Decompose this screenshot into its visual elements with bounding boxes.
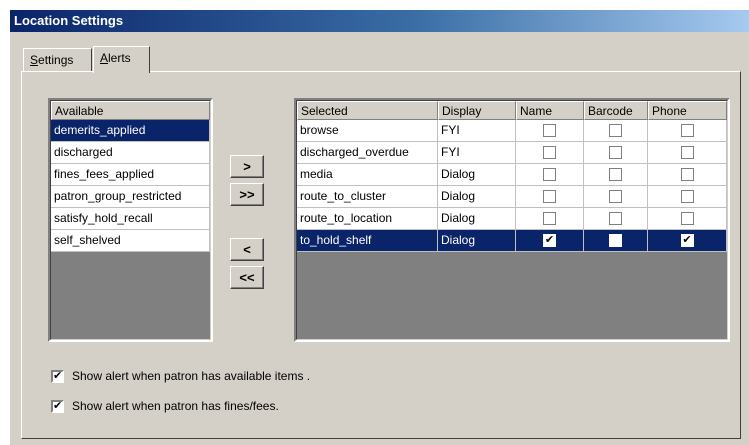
selected-row[interactable]: route_to_cluster Dialog	[297, 186, 727, 208]
tab-settings-accel: S	[30, 53, 39, 67]
remove-button[interactable]: <	[230, 238, 264, 261]
name-checkbox[interactable]	[543, 124, 556, 137]
display-mode[interactable]: FYI	[438, 120, 516, 142]
available-item[interactable]: satisfy_hold_recall	[51, 208, 210, 230]
barcode-checkbox[interactable]	[609, 212, 622, 225]
name-checkbox-cell	[516, 120, 584, 142]
phone-checkbox[interactable]: ✔	[680, 234, 694, 247]
name-checkbox[interactable]: ✔	[543, 234, 556, 247]
display-mode[interactable]: Dialog	[438, 230, 516, 252]
barcode-col-header[interactable]: Barcode	[584, 101, 648, 120]
available-list[interactable]: Available demerits_applied discharged fine…	[48, 98, 213, 342]
phone-checkbox-cell	[648, 186, 727, 208]
window-title: Location Settings	[10, 10, 749, 32]
name-checkbox-cell	[516, 142, 584, 164]
display-mode[interactable]: FYI	[438, 142, 516, 164]
name-checkbox[interactable]	[543, 190, 556, 203]
selected-alert-name: route_to_location	[297, 208, 438, 230]
phone-checkbox[interactable]	[680, 168, 694, 181]
phone-checkbox[interactable]	[680, 146, 694, 159]
available-item[interactable]: fines_fees_applied	[51, 164, 210, 186]
selected-alert-name: browse	[297, 120, 438, 142]
available-item-label: discharged	[51, 142, 210, 164]
phone-col-header[interactable]: Phone	[648, 101, 727, 120]
barcode-checkbox-cell	[584, 164, 648, 186]
phone-checkbox-cell: ✔	[648, 230, 727, 252]
available-item-label: fines_fees_applied	[51, 164, 210, 186]
barcode-checkbox-cell	[584, 208, 648, 230]
barcode-checkbox-cell	[584, 186, 648, 208]
available-item[interactable]: demerits_applied	[51, 120, 210, 142]
tab-alerts-accel: A	[100, 51, 109, 65]
barcode-checkbox[interactable]	[609, 124, 622, 137]
name-checkbox[interactable]	[543, 212, 556, 225]
available-item-label: patron_group_restricted	[51, 186, 210, 208]
barcode-checkbox[interactable]	[609, 146, 622, 159]
display-mode[interactable]: Dialog	[438, 186, 516, 208]
display-mode[interactable]: Dialog	[438, 164, 516, 186]
available-items-checkbox[interactable]: ✔	[51, 369, 64, 383]
display-mode[interactable]: Dialog	[438, 208, 516, 230]
selected-alert-name: discharged_overdue	[297, 142, 438, 164]
fines-fees-checkbox[interactable]: ✔	[51, 399, 64, 413]
available-header[interactable]: Available	[51, 101, 210, 120]
barcode-checkbox-cell	[584, 230, 648, 252]
selected-row[interactable]: discharged_overdue FYI	[297, 142, 727, 164]
selected-alert-name: route_to_cluster	[297, 186, 438, 208]
available-item-label: satisfy_hold_recall	[51, 208, 210, 230]
tab-alerts-label: lerts	[108, 51, 131, 65]
name-col-header[interactable]: Name	[516, 101, 584, 120]
barcode-checkbox[interactable]	[609, 234, 622, 247]
phone-checkbox[interactable]	[680, 212, 694, 225]
fines-fees-label: Show alert when patron has fines/fees.	[72, 399, 279, 413]
available-item[interactable]: discharged	[51, 142, 210, 164]
phone-checkbox[interactable]	[680, 190, 694, 203]
selected-table-rows: browse FYI discharged_overdue FYI media Dialo…	[297, 120, 727, 252]
available-item[interactable]: patron_group_restricted	[51, 186, 210, 208]
selected-row[interactable]: route_to_location Dialog	[297, 208, 727, 230]
available-item-label: demerits_applied	[51, 120, 210, 142]
name-checkbox-cell	[516, 208, 584, 230]
add-button[interactable]: >	[230, 155, 264, 178]
tab-alerts[interactable]: Alerts	[93, 46, 150, 73]
selected-alert-name: media	[297, 164, 438, 186]
barcode-checkbox[interactable]	[609, 168, 622, 181]
name-checkbox[interactable]	[543, 168, 556, 181]
name-checkbox-cell: ✔	[516, 230, 584, 252]
selected-table[interactable]: Selected Display Name Barcode Phone browse FY…	[294, 98, 730, 342]
selected-row[interactable]: browse FYI	[297, 120, 727, 142]
fines-fees-option[interactable]: ✔ Show alert when patron has fines/fees.	[51, 399, 279, 413]
available-items: demerits_applied discharged fines_fees_app…	[51, 120, 210, 252]
name-checkbox-cell	[516, 164, 584, 186]
phone-checkbox-cell	[648, 208, 727, 230]
selected-row[interactable]: media Dialog	[297, 164, 727, 186]
location-settings-window: Location Settings Settings Alerts Availa…	[10, 10, 749, 445]
barcode-checkbox-cell	[584, 142, 648, 164]
name-checkbox-cell	[516, 186, 584, 208]
selected-col-header[interactable]: Selected	[297, 101, 438, 120]
display-col-header[interactable]: Display	[438, 101, 516, 120]
available-item-label: self_shelved	[51, 230, 210, 252]
selected-alert-name: to_hold_shelf	[297, 230, 438, 252]
selected-row[interactable]: to_hold_shelf Dialog ✔ ✔	[297, 230, 727, 252]
name-checkbox[interactable]	[543, 146, 556, 159]
phone-checkbox[interactable]	[680, 124, 694, 137]
phone-checkbox-cell	[648, 120, 727, 142]
barcode-checkbox-cell	[584, 120, 648, 142]
available-items-option[interactable]: ✔ Show alert when patron has available i…	[51, 369, 310, 383]
available-item[interactable]: self_shelved	[51, 230, 210, 252]
selected-table-header: Selected Display Name Barcode Phone	[297, 101, 727, 120]
remove-all-button[interactable]: <<	[230, 266, 264, 289]
phone-checkbox-cell	[648, 164, 727, 186]
add-all-button[interactable]: >>	[230, 183, 264, 206]
available-items-label: Show alert when patron has available ite…	[72, 369, 311, 383]
tab-settings[interactable]: Settings	[23, 48, 92, 72]
phone-checkbox-cell	[648, 142, 727, 164]
barcode-checkbox[interactable]	[609, 190, 622, 203]
tab-settings-label: ettings	[38, 53, 74, 67]
